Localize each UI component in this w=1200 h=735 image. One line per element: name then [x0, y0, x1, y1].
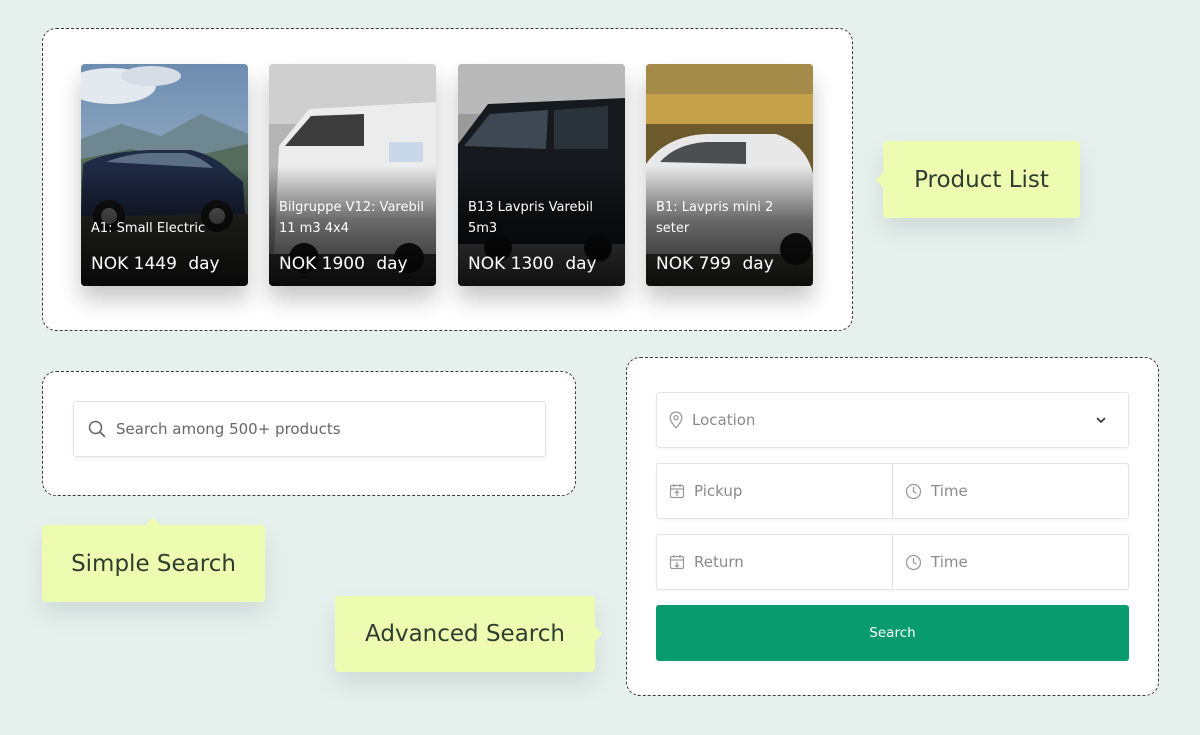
- product-card[interactable]: B1: Lavpris mini 2 seter NOK 799 day: [646, 64, 813, 286]
- return-placeholder: Return: [694, 553, 744, 571]
- product-title: B1: Lavpris mini 2 seter: [656, 200, 774, 236]
- price-amount: 799: [698, 254, 732, 274]
- simple-search-callout: Simple Search: [42, 525, 265, 602]
- simple-search-panel: [42, 371, 576, 496]
- product-price: NOK 799 day: [656, 254, 774, 274]
- return-date-field[interactable]: Return: [657, 535, 892, 589]
- search-icon: [88, 420, 106, 438]
- price-amount: 1300: [510, 254, 554, 274]
- price-currency: NOK: [279, 254, 317, 274]
- search-input[interactable]: [116, 420, 516, 438]
- calendar-down-icon: [669, 555, 685, 570]
- return-time-placeholder: Time: [931, 553, 968, 571]
- price-currency: NOK: [656, 254, 694, 274]
- product-list-callout: Product List: [883, 141, 1080, 218]
- pickup-time-field[interactable]: Time: [892, 464, 1128, 518]
- product-list-panel: A1: Small Electric NOK 1449 day Bilgrupp…: [42, 28, 853, 331]
- product-card[interactable]: B13 Lavpris Varebil 5m3 NOK 1300 day: [458, 64, 625, 286]
- return-time-field[interactable]: Time: [892, 535, 1128, 589]
- product-title: B13 Lavpris Varebil 5m3: [468, 200, 593, 236]
- price-unit: day: [565, 254, 597, 274]
- chevron-down-icon: [1096, 417, 1106, 423]
- simple-search-box[interactable]: [73, 401, 546, 457]
- return-row: Return Time: [656, 534, 1129, 590]
- pickup-placeholder: Pickup: [694, 482, 743, 500]
- pickup-time-placeholder: Time: [931, 482, 968, 500]
- location-placeholder: Location: [692, 411, 756, 429]
- product-card[interactable]: A1: Small Electric NOK 1449 day: [81, 64, 248, 286]
- price-currency: NOK: [468, 254, 506, 274]
- product-card[interactable]: Bilgruppe V12: Varebil 11 m3 4x4 NOK 190…: [269, 64, 436, 286]
- calendar-up-icon: [669, 484, 685, 499]
- pickup-row: Pickup Time: [656, 463, 1129, 519]
- price-amount: 1900: [321, 254, 365, 274]
- clock-icon: [905, 483, 922, 499]
- price-unit: day: [188, 254, 220, 274]
- product-price: NOK 1300 day: [468, 254, 597, 274]
- advanced-search-panel: Location Pickup Time Return Time Search: [626, 357, 1159, 696]
- pickup-date-field[interactable]: Pickup: [657, 464, 892, 518]
- location-pin-icon: [669, 411, 683, 429]
- product-title: A1: Small Electric: [91, 221, 206, 236]
- search-button[interactable]: Search: [656, 605, 1129, 661]
- clock-icon: [905, 554, 922, 570]
- product-price: NOK 1900 day: [279, 254, 408, 274]
- product-price: NOK 1449 day: [91, 254, 220, 274]
- price-amount: 1449: [133, 254, 177, 274]
- price-currency: NOK: [91, 254, 129, 274]
- price-unit: day: [742, 254, 774, 274]
- price-unit: day: [376, 254, 408, 274]
- advanced-search-callout: Advanced Search: [335, 596, 595, 672]
- product-title: Bilgruppe V12: Varebil 11 m3 4x4: [279, 200, 424, 236]
- location-select[interactable]: Location: [656, 392, 1129, 448]
